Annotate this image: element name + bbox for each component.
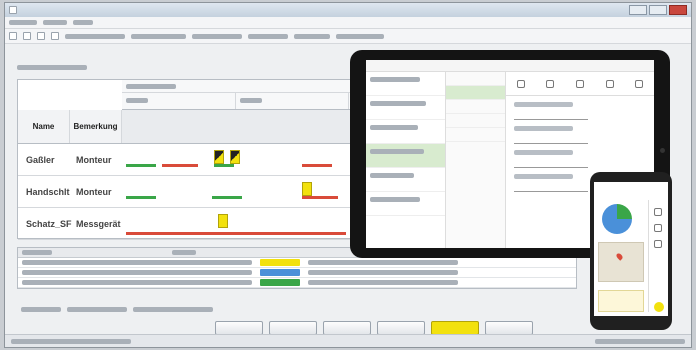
toolbar-item[interactable] [294,33,330,39]
toolbar-icon[interactable] [9,32,17,40]
phone-action-column [648,200,666,312]
list-item[interactable] [366,192,445,216]
action-icon[interactable] [653,240,662,248]
form-select[interactable] [514,161,588,168]
tablet-topbar [366,60,654,72]
resource-role: Monteur [76,154,112,165]
action-icon[interactable] [653,224,662,232]
action-button[interactable] [377,321,425,335]
primary-action-button[interactable] [431,321,479,335]
tablet-tab-icons [506,72,654,96]
absence-bar [302,164,332,167]
day-column [122,93,236,109]
close-button[interactable] [669,5,687,15]
table-row[interactable] [18,258,576,268]
action-button[interactable] [215,321,263,335]
absence-bar [126,232,346,235]
list-item[interactable] [366,72,445,96]
list-item[interactable] [366,96,445,120]
availability-bar [126,164,156,167]
filter-field[interactable] [67,306,127,312]
role-column-header[interactable]: Bemerkung [70,110,122,143]
list-item-selected[interactable] [366,144,445,168]
toolbar-icon[interactable] [23,32,31,40]
toolbar-item[interactable] [336,33,384,39]
availability-bar [126,196,156,199]
phone-mockup [590,172,672,330]
job-block[interactable] [218,214,228,228]
title-bar [5,3,691,17]
status-bar [5,334,691,347]
job-block[interactable] [230,150,240,164]
tab-icon[interactable] [546,79,555,88]
resource-role: Monteur [76,186,112,197]
absence-bar [302,196,338,199]
status-text [595,338,685,344]
app-icon [9,6,17,14]
status-badge [260,279,300,286]
list-item[interactable] [366,168,445,192]
resource-name: Handschlt [26,186,70,197]
table-row[interactable] [18,268,576,278]
action-icon[interactable] [653,208,662,216]
toolbar-icon[interactable] [37,32,45,40]
tab-icon[interactable] [635,79,644,88]
menu-item[interactable] [9,20,37,25]
tab-icon[interactable] [605,79,614,88]
form-select[interactable] [514,137,588,144]
maximize-button[interactable] [649,5,667,15]
status-badge [260,269,300,276]
toolbar-item[interactable] [248,33,288,39]
table-row[interactable] [18,278,576,288]
job-block[interactable] [302,182,312,196]
toolbar-icon[interactable] [51,32,59,40]
tab-icon[interactable] [575,79,584,88]
filter-bar [17,303,577,315]
floating-action-button[interactable] [654,302,664,312]
resource-name: Schatz_SF [26,218,72,229]
window-controls [629,5,687,15]
toolbar-item[interactable] [65,33,125,39]
list-item[interactable] [366,120,445,144]
menu-item[interactable] [43,20,67,25]
section-title [17,65,87,70]
tablet-job-list [366,72,446,248]
column-header[interactable] [22,250,52,255]
column-header[interactable] [172,250,196,255]
progress-pie-chart [602,204,632,234]
toolbar-item[interactable] [131,33,186,39]
phone-screen [594,182,668,316]
map-thumbnail[interactable] [598,242,644,282]
filter-field[interactable] [21,306,61,312]
tab-icon[interactable] [516,79,525,88]
toolbar [5,29,691,44]
form-select[interactable] [514,185,588,192]
status-text [11,338,131,344]
filter-field[interactable] [133,306,213,312]
form-select[interactable] [514,113,588,120]
tablet-home-button [660,148,665,153]
availability-bar [212,196,242,199]
availability-bar [214,164,234,167]
name-column-header[interactable]: Name [18,110,70,143]
resource-role: Messgerät [76,218,121,229]
menu-bar [5,17,691,29]
toolbar-item[interactable] [192,33,242,39]
status-badge [260,259,300,266]
resource-column-header: Name Bemerkung [18,110,122,144]
minimize-button[interactable] [629,5,647,15]
job-block[interactable] [214,150,224,164]
tablet-section-nav [446,72,506,248]
absence-bar [162,164,198,167]
action-button[interactable] [269,321,317,335]
resource-name: Gaßler [26,154,55,165]
day-column [236,93,349,109]
note-card[interactable] [598,290,644,312]
action-buttons [215,321,533,335]
action-button[interactable] [485,321,533,335]
action-button[interactable] [323,321,371,335]
menu-item[interactable] [73,20,93,25]
